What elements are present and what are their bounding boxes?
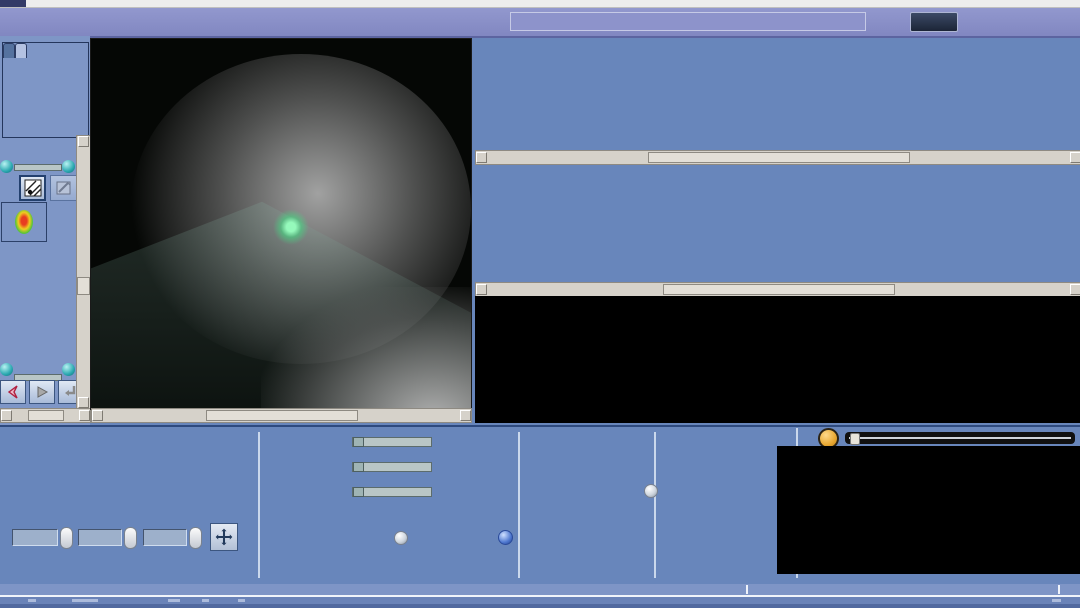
status-bar-upper	[0, 584, 1080, 595]
thermal-strip-scrollbar[interactable]	[475, 150, 1080, 165]
status-bar-lower	[0, 597, 1080, 604]
temp-scale-slider[interactable]	[14, 164, 62, 171]
acoustic-spectrum-chart	[786, 296, 1080, 423]
scroll-right-icon[interactable]	[460, 410, 471, 421]
temp-scale-decrease-button[interactable]	[0, 160, 13, 173]
power-slider[interactable]	[352, 437, 432, 447]
scroll-down-icon[interactable]	[78, 397, 89, 408]
duration-slider[interactable]	[352, 462, 432, 472]
tab-overlays[interactable]	[15, 43, 27, 58]
scrollbar-thumb[interactable]	[648, 152, 910, 163]
scrollbar-thumb[interactable]	[28, 410, 64, 421]
thermal-spot-icon	[15, 210, 33, 234]
replay-seek-slider[interactable]	[845, 432, 1075, 444]
window-corner-chip	[0, 0, 26, 7]
rl-field[interactable]	[12, 529, 58, 546]
temp-scale-increase-button[interactable]	[62, 160, 75, 173]
sidebar-horizontal-scrollbar[interactable]	[0, 408, 91, 423]
top-toolbar	[0, 8, 1080, 38]
scrollbar-thumb[interactable]	[206, 410, 358, 421]
next-arrow-icon	[34, 384, 50, 400]
scroll-right-icon[interactable]	[1070, 284, 1080, 295]
application-window	[0, 0, 1080, 608]
tab-tools[interactable]	[3, 43, 15, 58]
scroll-up-icon[interactable]	[78, 136, 89, 147]
seek-thumb[interactable]	[850, 433, 860, 445]
scroll-left-icon[interactable]	[92, 410, 103, 421]
ap-stepper[interactable]	[124, 527, 137, 549]
scroll-left-icon[interactable]	[1, 410, 12, 421]
prev-arrow-icon	[5, 384, 21, 400]
divider	[654, 432, 656, 578]
move-spot-button[interactable]	[210, 523, 238, 551]
divider	[258, 432, 260, 578]
scrollbar-thumb[interactable]	[663, 284, 895, 295]
3d-view-horizontal-scrollbar[interactable]	[91, 408, 472, 423]
session-field[interactable]	[510, 12, 866, 31]
hatch-overlay-button[interactable]	[19, 175, 46, 201]
status-bar-edge	[0, 604, 1080, 608]
si-stepper[interactable]	[189, 527, 202, 549]
sidebar-vertical-scrollbar[interactable]	[76, 135, 91, 409]
focal-spot-marker	[273, 209, 309, 245]
divider	[518, 432, 520, 578]
next-sonication-button[interactable]	[29, 380, 55, 404]
mri-strip-scrollbar[interactable]	[475, 282, 1080, 297]
acoustic-score-block	[777, 446, 1080, 574]
sonication-decrease-button[interactable]	[0, 363, 13, 376]
sonication-increase-button[interactable]	[62, 363, 75, 376]
scroll-right-icon[interactable]	[1070, 152, 1080, 163]
thermal-image-strip	[475, 38, 1080, 150]
thermal-spot-button[interactable]	[1, 202, 47, 242]
acoustic-score-chart	[777, 446, 1080, 574]
replay-button[interactable]	[910, 12, 958, 32]
left-sidebar	[0, 36, 90, 425]
scroll-right-icon[interactable]	[79, 410, 90, 421]
annotate-overlay-button[interactable]	[50, 175, 77, 201]
charts-strip	[475, 296, 1080, 423]
scroll-left-icon[interactable]	[476, 152, 487, 163]
scroll-left-icon[interactable]	[476, 284, 487, 295]
frequency-dropdown[interactable]	[394, 531, 408, 545]
mri-slice-strip	[475, 165, 1080, 282]
move-icon	[215, 528, 233, 546]
prev-sonication-button[interactable]	[0, 380, 26, 404]
hatch-icon	[24, 179, 42, 197]
orientation-cube[interactable]	[103, 345, 165, 407]
window-top-strip	[0, 0, 1080, 8]
num-slices-dropdown[interactable]	[644, 484, 658, 498]
transducer-elements-button[interactable]	[498, 530, 513, 545]
annotate-icon	[55, 179, 73, 197]
ap-field[interactable]	[78, 529, 122, 546]
scrollbar-thumb[interactable]	[77, 277, 90, 295]
3d-beam-view[interactable]	[90, 38, 472, 410]
temperature-chart	[475, 296, 786, 423]
energy-slider[interactable]	[352, 487, 432, 497]
rl-stepper[interactable]	[60, 527, 73, 549]
tools-panel	[2, 42, 89, 138]
si-field[interactable]	[143, 529, 187, 546]
